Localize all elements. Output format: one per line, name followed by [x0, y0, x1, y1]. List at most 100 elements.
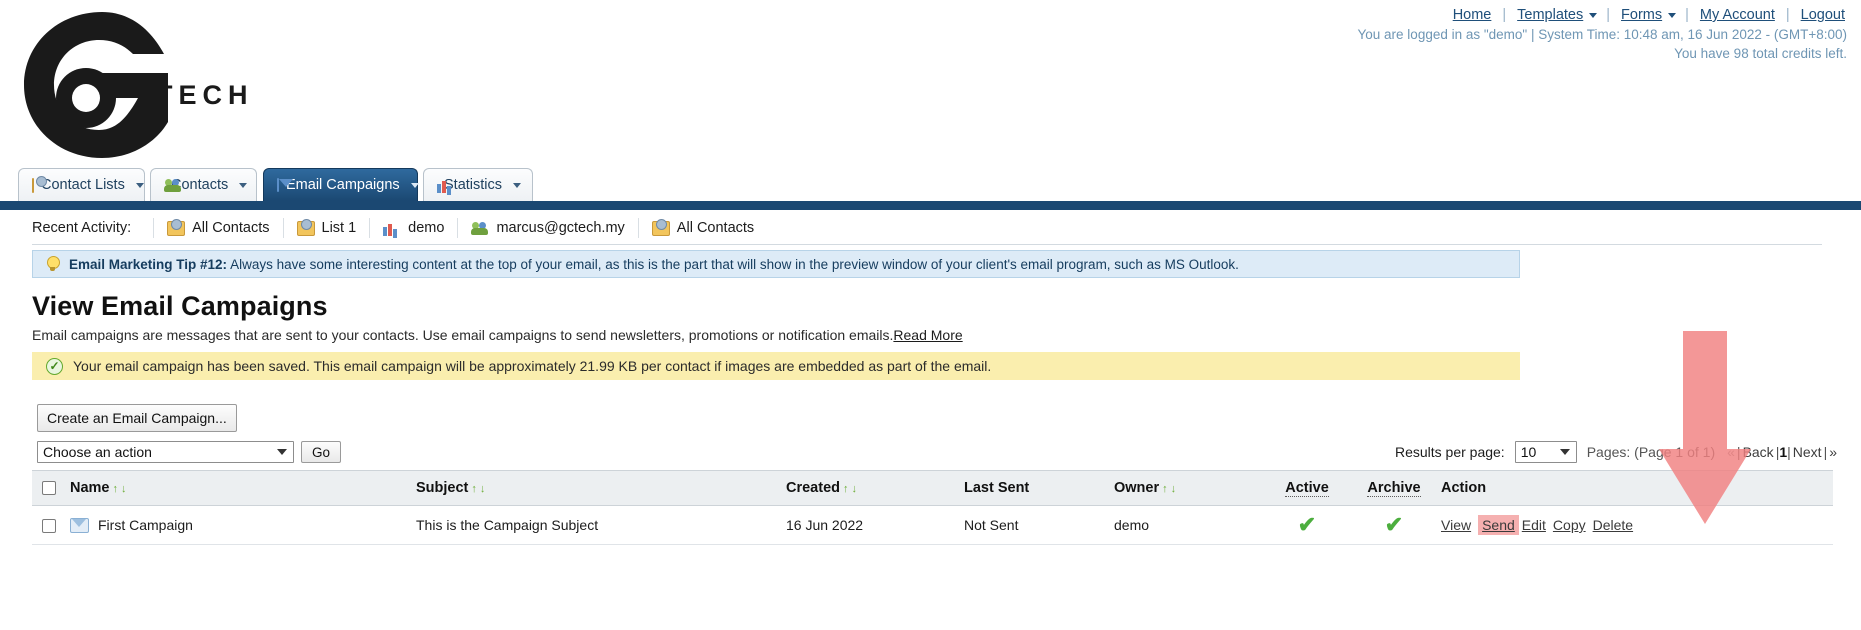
recent-activity-bar: Recent Activity: All Contacts List 1 dem…: [32, 212, 1822, 245]
credits-info: You have 98 total credits left.: [1674, 46, 1847, 61]
recent-activity-label: Recent Activity:: [32, 220, 132, 236]
tip-body: Always have some interesting content at …: [227, 256, 1239, 272]
page-title: View Email Campaigns: [32, 291, 328, 321]
sort-desc-icon[interactable]: ↓: [1171, 483, 1177, 495]
page-description: Email campaigns are messages that are se…: [32, 327, 963, 343]
row-last-sent: Not Sent: [960, 505, 1110, 545]
recent-item-label: All Contacts: [676, 220, 755, 236]
sort-asc-icon[interactable]: ↑: [1162, 483, 1168, 495]
session-info: You are logged in as "demo" | System Tim…: [1357, 27, 1847, 42]
col-action-label: Action: [1441, 480, 1487, 496]
archive-check-icon[interactable]: ✔: [1385, 512, 1403, 537]
col-last-sent-label: Last Sent: [964, 480, 1030, 496]
tab-label: Statistics: [444, 177, 503, 193]
logo-wordmark: TECH: [156, 80, 254, 110]
pager-current-page: 1: [1779, 444, 1788, 460]
recent-item-marcus[interactable]: marcus@gctech.my: [457, 218, 637, 238]
top-nav-forms[interactable]: Forms: [1619, 7, 1664, 23]
col-created[interactable]: Created ↑ ↓: [782, 470, 960, 506]
col-created-label: Created: [786, 480, 840, 496]
tab-email-campaigns[interactable]: Email Campaigns: [263, 168, 419, 201]
sort-desc-icon[interactable]: ↓: [852, 483, 858, 495]
select-all-checkbox[interactable]: [42, 481, 56, 496]
marketing-tip-banner: Email Marketing Tip #12: Always have som…: [32, 250, 1520, 278]
tab-contact-lists[interactable]: Contact Lists: [18, 168, 145, 201]
col-owner-label: Owner: [1114, 480, 1160, 496]
sort-desc-icon[interactable]: ↓: [121, 483, 127, 495]
action-select-wrapper: Choose an action: [37, 441, 294, 463]
go-button[interactable]: Go: [301, 441, 342, 463]
tab-statistics[interactable]: Statistics: [423, 168, 533, 201]
col-archive: Archive: [1351, 470, 1437, 506]
table-body: First Campaign This is the Campaign Subj…: [32, 505, 1833, 545]
results-per-page-select[interactable]: 10: [1514, 441, 1577, 463]
sort-asc-icon[interactable]: ↑: [113, 483, 119, 495]
row-name[interactable]: First Campaign: [98, 517, 193, 533]
pager-next[interactable]: Next: [1791, 444, 1824, 460]
action-view-link[interactable]: View: [1441, 517, 1471, 533]
main-tabs: Contact Lists Contacts Email Campaigns S…: [0, 168, 1861, 201]
col-name-label: Name: [70, 480, 110, 496]
top-nav-home[interactable]: Home: [1451, 7, 1494, 23]
col-owner[interactable]: Owner ↑ ↓: [1110, 470, 1263, 506]
nav-separator: |: [1685, 7, 1689, 23]
page-description-text: Email campaigns are messages that are se…: [32, 327, 894, 343]
recent-item-label: demo: [408, 220, 445, 236]
tab-contacts[interactable]: Contacts: [150, 168, 257, 201]
read-more-link[interactable]: Read More: [893, 327, 962, 343]
bulk-action-select[interactable]: Choose an action: [37, 441, 294, 463]
row-created: 16 Jun 2022: [782, 505, 960, 545]
pager-first[interactable]: «: [1725, 444, 1737, 460]
sort-asc-icon[interactable]: ↑: [471, 483, 477, 495]
action-send-link[interactable]: Send: [1478, 515, 1519, 535]
recent-item-demo[interactable]: demo: [369, 218, 457, 238]
recent-item-all-contacts[interactable]: All Contacts: [153, 218, 282, 238]
sort-asc-icon[interactable]: ↑: [843, 483, 849, 495]
logo[interactable]: TECH: [8, 8, 258, 160]
account-bar: Home | Templates | Forms | My Account | Logout Y…: [1358, 0, 1847, 63]
chart-icon: [383, 221, 401, 236]
col-name[interactable]: Name ↑ ↓: [66, 470, 412, 506]
col-last-sent: Last Sent: [960, 470, 1110, 506]
people-icon: [471, 220, 489, 236]
top-nav-my-account[interactable]: My Account: [1698, 7, 1777, 23]
pages-label: Pages: (Page 1 of 1): [1586, 444, 1716, 460]
check-circle-icon: ✓: [46, 357, 63, 375]
chevron-down-icon: [1668, 12, 1677, 18]
top-nav: Home | Templates | Forms | My Account | Logout: [1358, 6, 1847, 25]
row-actions-cell: View Send Edit Copy Delete: [1437, 505, 1833, 545]
campaigns-table: Name ↑ ↓ Subject ↑ ↓ Created ↑ ↓ Last Sent Own…: [32, 470, 1833, 545]
bulk-action-toolbar: Choose an action Go: [37, 441, 342, 463]
action-edit-link[interactable]: Edit: [1522, 517, 1546, 533]
row-name-cell: First Campaign: [66, 505, 412, 545]
col-action: Action: [1437, 470, 1833, 506]
active-check-icon[interactable]: ✔: [1298, 512, 1316, 537]
campaign-saved-notice: ✓ Your email campaign has been saved. Th…: [32, 352, 1520, 380]
pagination-toolbar: Results per page: 10 Pages: (Page 1 of 1…: [1395, 441, 1839, 463]
col-subject[interactable]: Subject ↑ ↓: [412, 470, 782, 506]
envelope-icon: [70, 517, 89, 533]
sort-desc-icon[interactable]: ↓: [480, 483, 486, 495]
row-active-cell: ✔: [1263, 505, 1351, 545]
folder-icon: [32, 175, 47, 193]
tab-label: Contact Lists: [41, 177, 125, 193]
nav-separator: |: [1785, 7, 1790, 23]
recent-item-all-contacts-2[interactable]: All Contacts: [637, 218, 767, 238]
results-per-page-wrapper: 10: [1514, 441, 1577, 463]
tip-title: Email Marketing Tip #12:: [69, 256, 228, 272]
pager-last[interactable]: »: [1827, 444, 1839, 460]
action-copy-link[interactable]: Copy: [1553, 517, 1586, 533]
tab-label: Email Campaigns: [286, 177, 400, 193]
recent-item-label: All Contacts: [192, 220, 270, 236]
row-checkbox[interactable]: [42, 519, 56, 534]
chevron-down-icon: [513, 182, 522, 188]
mail-icon: [277, 178, 293, 192]
folder-icon: [651, 218, 670, 236]
pager-back[interactable]: Back: [1741, 444, 1776, 460]
top-nav-logout[interactable]: Logout: [1799, 7, 1847, 23]
top-nav-templates[interactable]: Templates: [1515, 7, 1585, 23]
action-delete-link[interactable]: Delete: [1593, 517, 1633, 533]
table-head: Name ↑ ↓ Subject ↑ ↓ Created ↑ ↓ Last Sent Own…: [32, 470, 1833, 506]
recent-item-list-1[interactable]: List 1: [282, 218, 370, 238]
create-email-campaign-button[interactable]: Create an Email Campaign...: [37, 404, 237, 432]
